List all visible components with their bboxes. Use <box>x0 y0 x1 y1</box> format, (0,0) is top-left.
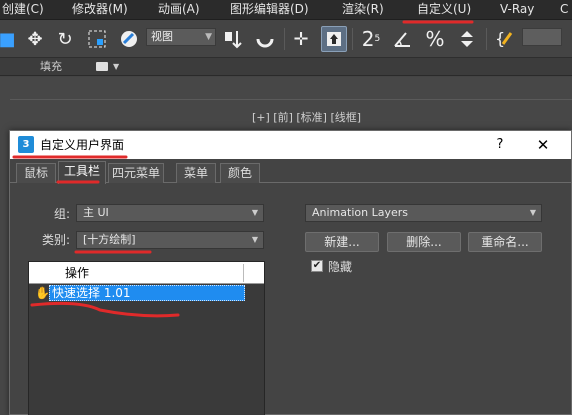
red-annotation-underlines <box>12 20 474 318</box>
annotation-underline-list-item <box>30 301 180 318</box>
